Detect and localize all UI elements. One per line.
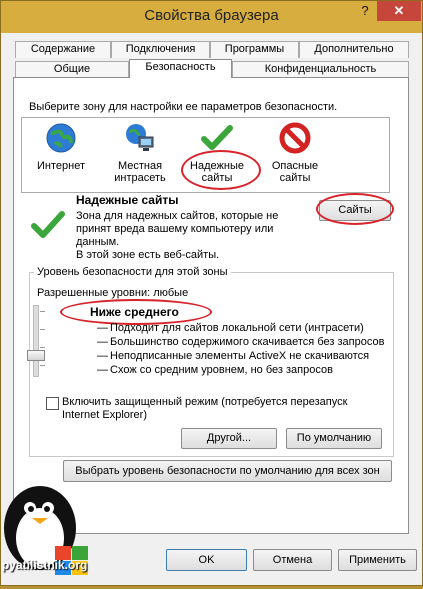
- protected-mode-label-line: Включить защищенный режим (потребуется п…: [62, 396, 348, 408]
- slider-tick: [40, 329, 45, 330]
- security-level-slider[interactable]: [33, 305, 39, 377]
- cancel-button[interactable]: Отмена: [253, 549, 332, 571]
- slider-tick: [40, 311, 45, 312]
- tab-programs[interactable]: Программы: [210, 41, 299, 58]
- title-bar: Свойства браузера ? ✕: [1, 1, 422, 33]
- zone-prompt: Выберите зону для настройки ее параметро…: [29, 101, 338, 113]
- globe-icon: [45, 122, 77, 154]
- tab-privacy[interactable]: Конфиденциальность: [232, 61, 409, 78]
- level-bullet: Схож со средним уровнем, но без запросов: [97, 363, 390, 377]
- protected-mode-checkbox[interactable]: [46, 397, 59, 410]
- highlight-ellipse-sites: [316, 193, 394, 225]
- zone-local-intranet[interactable]: Местная интрасеть: [105, 122, 175, 184]
- protected-mode-label: Включить защищенный режим (потребуется п…: [62, 396, 347, 422]
- zone-description-line: данным.: [76, 236, 120, 248]
- zone-label: Интернет: [37, 160, 85, 172]
- level-bullet: Неподписанные элементы ActiveX не скачив…: [97, 349, 390, 363]
- zone-description-line: принят вреда вашему компьютеру или: [76, 223, 274, 235]
- intranet-icon: [124, 122, 156, 154]
- highlight-ellipse-trusted: [181, 150, 261, 190]
- level-bullet: Большинство содержимого скачивается без …: [97, 335, 390, 349]
- default-level-button[interactable]: По умолчанию: [286, 428, 382, 449]
- tab-advanced[interactable]: Дополнительно: [299, 41, 409, 58]
- zone-description-line: Зона для надежных сайтов, которые не: [76, 210, 279, 222]
- zone-restricted-sites[interactable]: Опасные сайты: [260, 122, 330, 184]
- watermark-text: pyatilistnik.org: [2, 558, 88, 572]
- protected-mode-label-line: Internet Explorer): [62, 409, 147, 421]
- custom-level-button[interactable]: Другой...: [181, 428, 277, 449]
- slider-tick: [40, 365, 45, 366]
- zone-description-line: В этой зоне есть веб-сайты.: [76, 249, 220, 261]
- tab-security[interactable]: Безопасность: [129, 59, 232, 78]
- apply-button[interactable]: Применить: [338, 549, 417, 571]
- zone-label-line-1: Опасные: [271, 160, 319, 172]
- help-button[interactable]: ?: [352, 1, 378, 21]
- ok-button[interactable]: OK: [166, 549, 247, 571]
- slider-tick: [40, 347, 45, 348]
- zone-internet[interactable]: Интернет: [26, 122, 96, 172]
- zone-title: Надежные сайты: [76, 193, 179, 207]
- tab-connections[interactable]: Подключения: [111, 41, 210, 58]
- restricted-icon: [279, 122, 311, 154]
- tab-general[interactable]: Общие: [15, 61, 129, 78]
- group-title: Уровень безопасности для этой зоны: [34, 266, 231, 278]
- allowed-levels: Разрешенные уровни: любые: [37, 287, 189, 299]
- reset-all-zones-button[interactable]: Выбрать уровень безопасности по умолчани…: [63, 460, 392, 482]
- trusted-zone-icon: [31, 210, 65, 243]
- zone-label-line-2: интрасеть: [114, 172, 166, 184]
- slider-thumb[interactable]: [27, 350, 45, 361]
- tab-content[interactable]: Содержание: [15, 41, 111, 58]
- close-button[interactable]: ✕: [377, 1, 421, 21]
- zone-description: Зона для надежных сайтов, которые не при…: [76, 210, 278, 262]
- zone-label-line-2: сайты: [279, 172, 311, 184]
- zone-label-line-1: Местная: [117, 160, 163, 172]
- watermark-logo: pyatilistnik.org: [0, 478, 95, 586]
- level-bullet: Подходит для сайтов локальной сети (интр…: [97, 321, 390, 335]
